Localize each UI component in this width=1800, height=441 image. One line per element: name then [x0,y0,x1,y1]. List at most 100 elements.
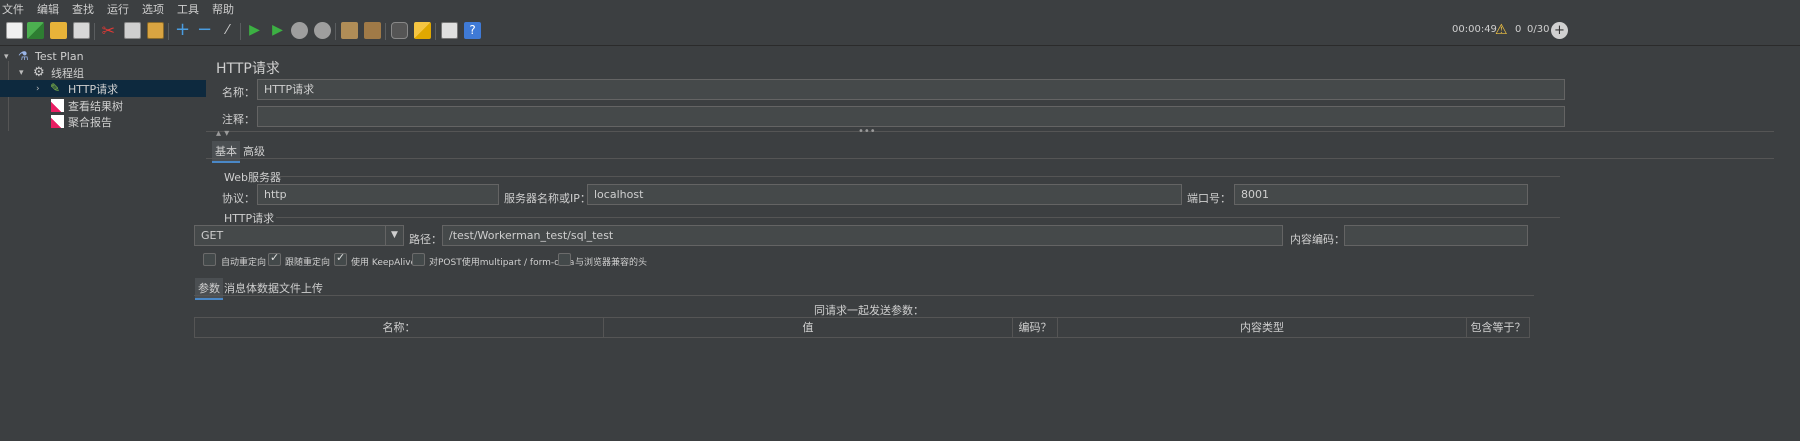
toolbar-separator [335,23,336,40]
method-select[interactable]: GET ▼ [194,225,404,246]
start-no-pause-icon[interactable]: ▶ [269,22,286,39]
templates-icon[interactable] [27,22,44,39]
column-header-encode[interactable]: 编码？ [1013,318,1058,337]
comment-field[interactable] [257,106,1565,127]
collapse-arrows-icon[interactable]: ▴ ▾ [216,128,229,139]
warning-count: 0 [1515,24,1522,35]
clear-all-icon[interactable] [364,22,381,39]
elapsed-timer: 00:00:49 [1452,24,1497,35]
chart-icon [51,99,64,112]
follow-redirects-checkbox[interactable] [268,251,281,266]
tree-node-view-results-tree[interactable]: 查看结果树 [0,97,230,114]
paste-icon[interactable] [147,22,164,39]
keepalive-checkbox[interactable] [334,251,347,266]
menu-tools[interactable]: 工具 [177,1,199,17]
port-label: 端口号： [1187,192,1231,205]
toolbar: ✂ + − ⁄ ▶ ▶ ? 00:00:49 ⚠ 0 0/30 + [0,17,1800,46]
collapse-icon[interactable]: − [196,21,213,39]
keepalive-label: 使用 KeepAlive [351,258,417,268]
toolbar-separator [385,23,386,40]
browser-headers-label: 与浏览器兼容的头 [575,258,648,268]
new-file-icon[interactable] [6,22,23,39]
chart-icon [51,115,64,128]
server-label: 服务器名称或IP： [504,192,591,205]
chevron-down-icon[interactable]: ▼ [385,226,403,245]
reset-search-icon[interactable] [414,22,431,39]
port-field[interactable]: 8001 [1234,184,1528,205]
http-request-panel: HTTP请求 名称： HTTP请求 注释： ▴ ▾ ••• 基本 高级 Web服… [194,47,1800,441]
copy-icon[interactable] [124,22,141,39]
splitter-grip-icon[interactable]: ••• [858,126,876,137]
tree-node-thread-group[interactable]: ▾ ⚙ 线程组 [0,64,230,81]
comment-label: 注释： [222,113,255,126]
protocol-field[interactable]: http [257,184,499,205]
warning-icon[interactable]: ⚠ [1495,22,1508,38]
tab-underline [206,158,1774,159]
function-helper-icon[interactable] [441,22,458,39]
toolbar-separator [435,23,436,40]
start-icon[interactable]: ▶ [246,22,263,39]
web-server-section-title: Web服务器 [224,171,281,184]
chevron-down-icon[interactable]: ▾ [19,68,24,78]
toolbar-separator [240,23,241,40]
multipart-label: 对POST使用multipart / form-data [429,258,575,268]
path-field[interactable]: /test/Workerman_test/sql_test [442,225,1283,246]
content-encoding-label: 内容编码： [1290,233,1345,246]
stop-icon[interactable] [291,22,308,39]
menu-options[interactable]: 选项 [142,1,164,17]
column-header-content-type[interactable]: 内容类型 [1058,318,1467,337]
tree-node-label: 聚合报告 [68,115,112,129]
tree-node-http-request[interactable]: › ✎ HTTP请求 [0,80,230,97]
tab-parameters[interactable]: 参数 [195,278,223,300]
menu-edit[interactable]: 编辑 [37,1,59,17]
tab-basic[interactable]: 基本 [212,141,240,163]
menu-run[interactable]: 运行 [107,1,129,17]
multipart-checkbox[interactable] [412,253,425,266]
gear-icon: ⚙ [33,65,45,80]
column-header-include-equals[interactable]: 包含等于？ [1467,318,1529,337]
follow-redirects-label: 跟随重定向 [285,258,331,268]
splitter[interactable] [206,131,1774,132]
name-field[interactable]: HTTP请求 [257,79,1565,100]
menu-bar: 文件 编辑 查找 运行 选项 工具 帮助 [0,0,1800,17]
save-icon[interactable] [73,22,90,39]
cut-icon[interactable]: ✂ [100,22,117,39]
tree-node-aggregate-report[interactable]: 聚合报告 [0,113,230,130]
method-value: GET [201,229,224,242]
menu-file[interactable]: 文件 [2,1,24,17]
path-label: 路径： [409,233,442,246]
menu-search[interactable]: 查找 [72,1,94,17]
browser-headers-checkbox[interactable] [558,253,571,266]
auto-redirect-checkbox[interactable] [203,253,216,266]
tree-node-test-plan[interactable]: ▾ ⚗ Test Plan [0,48,230,65]
tree-node-label: HTTP请求 [68,82,119,96]
remote-status-icon[interactable]: + [1551,22,1568,39]
clear-icon[interactable] [341,22,358,39]
parameters-table-header: 名称： 值 编码？ 内容类型 包含等于？ [194,317,1530,338]
protocol-label: 协议： [222,192,255,205]
parameters-caption: 同请求一起发送参数： [814,304,924,317]
tree-node-label: 查看结果树 [68,99,123,113]
column-header-name[interactable]: 名称： [195,318,604,337]
section-divider [278,176,1560,177]
column-header-value[interactable]: 值 [604,318,1013,337]
chevron-right-icon[interactable]: › [36,84,40,94]
shutdown-icon[interactable] [314,22,331,39]
help-icon[interactable]: ? [464,22,481,39]
subtab-underline [194,295,1534,296]
flask-icon: ⚗ [18,49,29,63]
toggle-icon[interactable]: ⁄ [219,22,236,39]
toolbar-separator [168,23,169,40]
open-folder-icon[interactable] [50,22,67,39]
search-icon[interactable] [391,22,408,39]
expand-icon[interactable]: + [174,21,191,39]
section-divider [276,217,1560,218]
name-label: 名称： [222,86,255,99]
server-field[interactable]: localhost [587,184,1182,205]
chevron-down-icon[interactable]: ▾ [4,52,9,62]
menu-help[interactable]: 帮助 [212,1,234,17]
toolbar-separator [94,23,95,40]
content-encoding-field[interactable] [1344,225,1528,246]
active-threads: 0/30 [1527,24,1550,35]
pipette-icon: ✎ [50,81,61,95]
